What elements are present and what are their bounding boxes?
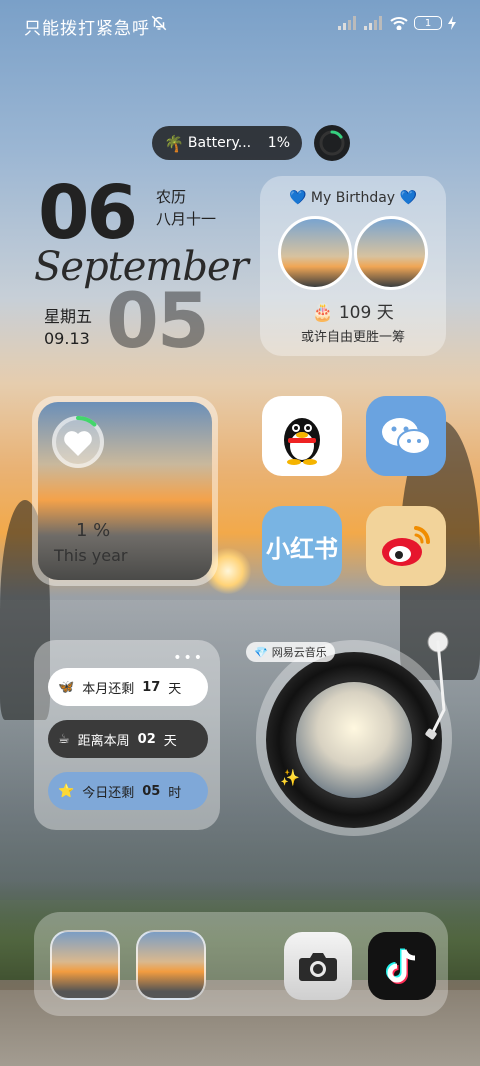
cake-icon: 🎂 — [312, 303, 334, 323]
battery-ring — [314, 125, 350, 161]
battery-icon: 1 — [414, 16, 442, 30]
birthday-days-value: 109 天 — [338, 303, 394, 323]
dock-photo-2[interactable] — [136, 930, 206, 1000]
countdown-row-day: ⭐ 今日还剩 05 时 — [48, 772, 208, 810]
heart-icon-left: 💙 — [289, 190, 307, 206]
netease-music-badge[interactable]: 💎 网易云音乐 — [246, 642, 335, 662]
battery-level: 1 — [424, 17, 432, 29]
heart-icon-right: 💙 — [399, 190, 417, 206]
weibo-icon — [382, 526, 431, 566]
more-dots-icon[interactable]: ••• — [173, 650, 204, 666]
short-date: 09.13 — [44, 329, 90, 348]
battery-widget[interactable]: 🌴 Battery... 1% — [152, 126, 302, 160]
day-number: 05 — [106, 276, 210, 365]
birthday-title-text: My Birthday — [310, 190, 396, 206]
birthday-widget[interactable]: 💙 My Birthday 💙 🎂 109 天 或许自由更胜一筹 — [260, 176, 446, 356]
xiaohongshu-app-icon[interactable]: 小红书 — [262, 506, 342, 586]
countdown-label: 今日还剩 — [82, 785, 135, 801]
coffee-icon: ☕ — [58, 731, 70, 747]
qq-app-icon[interactable] — [262, 396, 342, 476]
year-progress-percent: 1 % — [76, 520, 111, 541]
weekday: 星期五 — [44, 307, 93, 326]
weekday-block: 星期五 09.13 — [44, 306, 92, 350]
battery-name: Battery... — [187, 135, 252, 151]
weibo-app-icon[interactable] — [366, 506, 446, 586]
signal-icon-2 — [364, 16, 382, 30]
tiktok-icon — [386, 948, 416, 984]
status-bar: 只能拨打紧急呼 1 — [0, 0, 480, 50]
countdown-row-week: ☕ 距离本周 02 天 — [48, 720, 208, 758]
countdown-unit: 天 — [163, 733, 177, 749]
xiaohongshu-label: 小红书 — [266, 534, 338, 563]
tonearm-icon — [425, 631, 449, 740]
countdown-value: 05 — [142, 783, 161, 799]
battery-percent: 1% — [267, 135, 290, 151]
palm-tree-icon: 🌴 — [164, 133, 184, 153]
camera-icon — [299, 953, 337, 981]
penguin-icon — [284, 418, 320, 465]
birthday-days: 🎂 109 天 — [260, 298, 446, 323]
carrier-text: 只能拨打紧急呼 — [24, 19, 150, 39]
sparkle-icon: ✨ — [280, 768, 300, 787]
birthday-photo-right — [354, 216, 428, 290]
countdown-widget[interactable]: ••• 🦋 本月还剩 17 天 ☕ 距离本周 02 天 ⭐ 今日还剩 05 时 — [34, 640, 220, 830]
lunar-day: 八月十一 — [156, 210, 217, 228]
birthday-quote: 或许自由更胜一筹 — [300, 330, 405, 345]
charging-icon — [448, 16, 456, 30]
wechat-icon — [382, 418, 431, 455]
year-progress-widget[interactable]: 1 % This year — [32, 396, 218, 586]
wechat-app-icon[interactable] — [366, 396, 446, 476]
diamond-icon: 💎 — [254, 645, 268, 659]
camera-app-icon[interactable] — [284, 932, 352, 1000]
tiktok-app-icon[interactable] — [368, 932, 436, 1000]
butterfly-icon: 🦋 — [58, 679, 75, 695]
birthday-photo-left — [278, 216, 352, 290]
dock-photo-1[interactable] — [50, 930, 120, 1000]
wifi-icon — [390, 17, 408, 30]
countdown-value: 17 — [142, 679, 161, 695]
countdown-unit: 天 — [168, 681, 182, 697]
birthday-title: 💙 My Birthday 💙 — [260, 190, 446, 206]
status-icons: 1 — [338, 16, 456, 30]
album-cover — [296, 682, 412, 798]
year-progress-label: This year — [54, 546, 128, 565]
lunar-date: 农历 八月十一 — [156, 186, 216, 230]
star-icon: ⭐ — [58, 783, 75, 799]
countdown-label: 本月还剩 — [82, 681, 135, 697]
signal-icon — [338, 16, 356, 30]
countdown-value: 02 — [137, 731, 156, 747]
netease-music-label: 网易云音乐 — [271, 646, 327, 659]
bell-off-icon — [151, 15, 167, 31]
countdown-unit: 时 — [168, 785, 182, 801]
countdown-row-month: 🦋 本月还剩 17 天 — [48, 668, 208, 706]
lunar-label: 农历 — [156, 188, 187, 206]
heart-progress-ring — [52, 416, 104, 468]
countdown-label: 距离本周 — [77, 733, 130, 749]
